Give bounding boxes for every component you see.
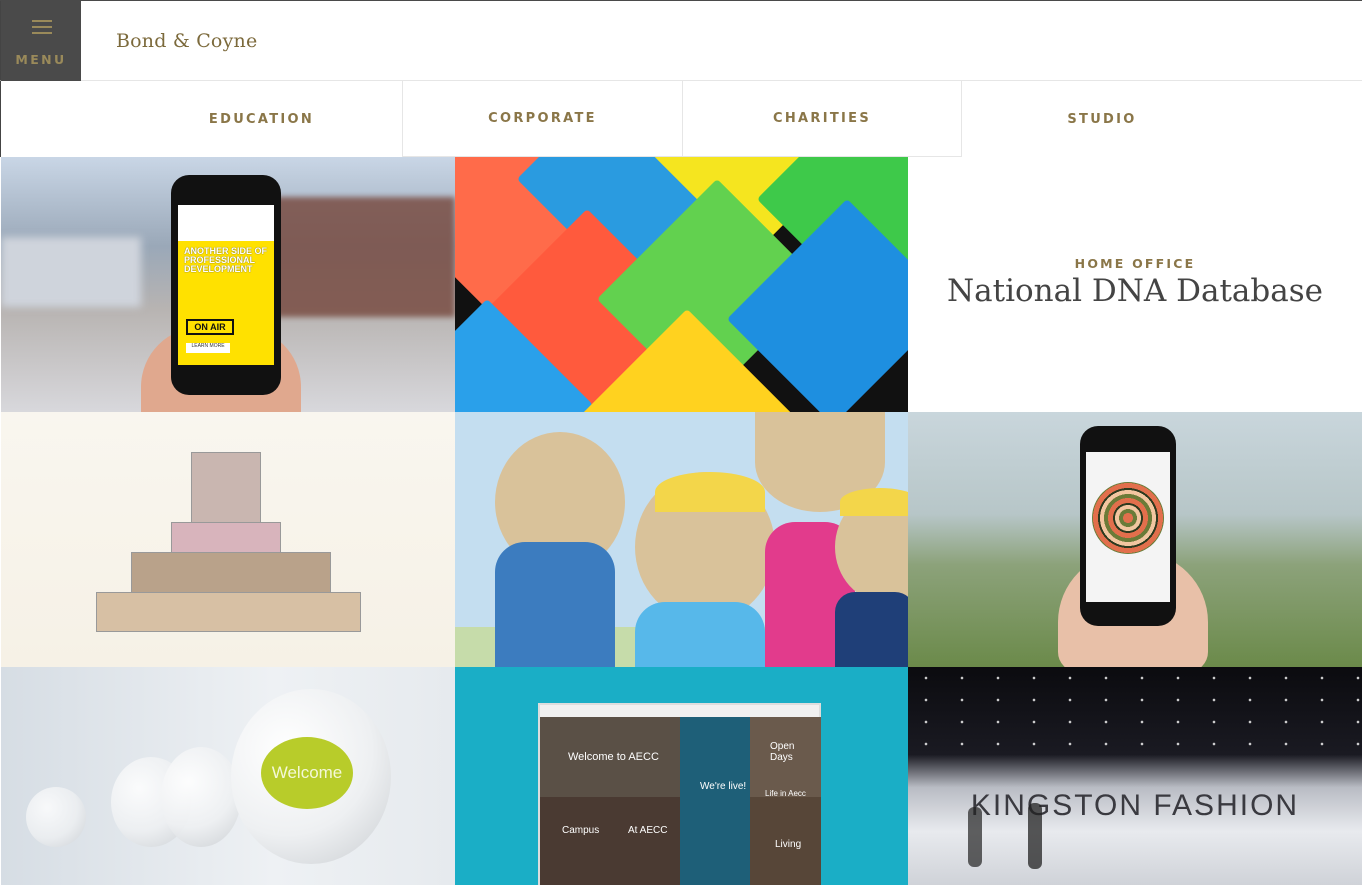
smartphone-image	[1080, 426, 1176, 626]
site-open-days: Open Days	[770, 741, 795, 763]
child-hair	[655, 472, 765, 512]
ceiling-lights	[908, 667, 1362, 757]
menu-label: MENU	[15, 52, 67, 67]
sculpture-block	[191, 452, 261, 532]
balloon-image	[161, 747, 241, 847]
nav-studio[interactable]: STUDIO	[962, 81, 1242, 157]
sculpture-block	[96, 592, 361, 632]
project-tile-phone-onair[interactable]: ANOTHER SIDE OF PROFESSIONAL DEVELOPMENT…	[1, 157, 455, 412]
project-title: National DNA Database	[947, 273, 1323, 309]
welcome-speech-bubble: Welcome	[261, 737, 353, 809]
phone-headline: ANOTHER SIDE OF PROFESSIONAL DEVELOPMENT	[184, 246, 268, 274]
mandala-graphic	[1092, 482, 1164, 554]
brand-logo[interactable]: Bond & Coyne	[116, 30, 257, 52]
project-tile-sculpture[interactable]	[1, 412, 455, 667]
project-tile-balloons[interactable]: Welcome	[1, 667, 455, 885]
phone-screen	[1086, 452, 1170, 602]
learn-more-button: LEARN MORE	[186, 343, 230, 353]
site-life-text: Life in Aecc	[765, 789, 806, 798]
photo-panel	[540, 797, 680, 885]
site-header: MENU Bond & Coyne	[0, 1, 1362, 81]
smartphone-image: ANOTHER SIDE OF PROFESSIONAL DEVELOPMENT…	[171, 175, 281, 395]
project-tile-phone-mandala[interactable]	[908, 412, 1362, 667]
browser-bar	[540, 705, 819, 717]
browser-mockup: Welcome to AECC We're live! Open Days Li…	[538, 703, 821, 885]
site-live-text: We're live!	[700, 781, 747, 792]
walking-figure	[968, 807, 982, 867]
category-nav: EDUCATION CORPORATE CHARITIES STUDIO	[0, 81, 1362, 157]
site-welcome-text: Welcome to AECC	[568, 751, 659, 763]
project-tile-kingston-fashion[interactable]: KINGSTON FASHION	[908, 667, 1362, 885]
phone-screen: ANOTHER SIDE OF PROFESSIONAL DEVELOPMENT…	[178, 205, 274, 365]
nav-education[interactable]: EDUCATION	[121, 81, 402, 157]
site-living: Living	[775, 839, 802, 850]
nav-corporate[interactable]: CORPORATE	[402, 81, 682, 157]
balloon-image	[26, 787, 86, 847]
walking-figure	[1028, 803, 1042, 869]
on-air-badge: ON AIR	[186, 319, 234, 335]
site-aecc: At AECC	[628, 825, 668, 836]
menu-button[interactable]: MENU	[1, 1, 81, 81]
hamburger-icon	[32, 20, 52, 34]
child-body	[835, 592, 908, 667]
photo-panel	[680, 717, 750, 885]
project-tile-geometric[interactable]	[455, 157, 908, 412]
project-category: HOME OFFICE	[1074, 256, 1196, 271]
project-tile-featured[interactable]: HOME OFFICE National DNA Database	[908, 157, 1362, 412]
project-tile-website[interactable]: Welcome to AECC We're live! Open Days Li…	[455, 667, 908, 885]
project-tile-children-illustration[interactable]	[455, 412, 908, 667]
site-campus: Campus	[562, 825, 600, 836]
blurred-building-left	[1, 237, 141, 307]
child-hair	[840, 488, 908, 516]
child-body	[635, 602, 765, 667]
child-body	[495, 542, 615, 667]
nav-charities[interactable]: CHARITIES	[682, 81, 962, 157]
